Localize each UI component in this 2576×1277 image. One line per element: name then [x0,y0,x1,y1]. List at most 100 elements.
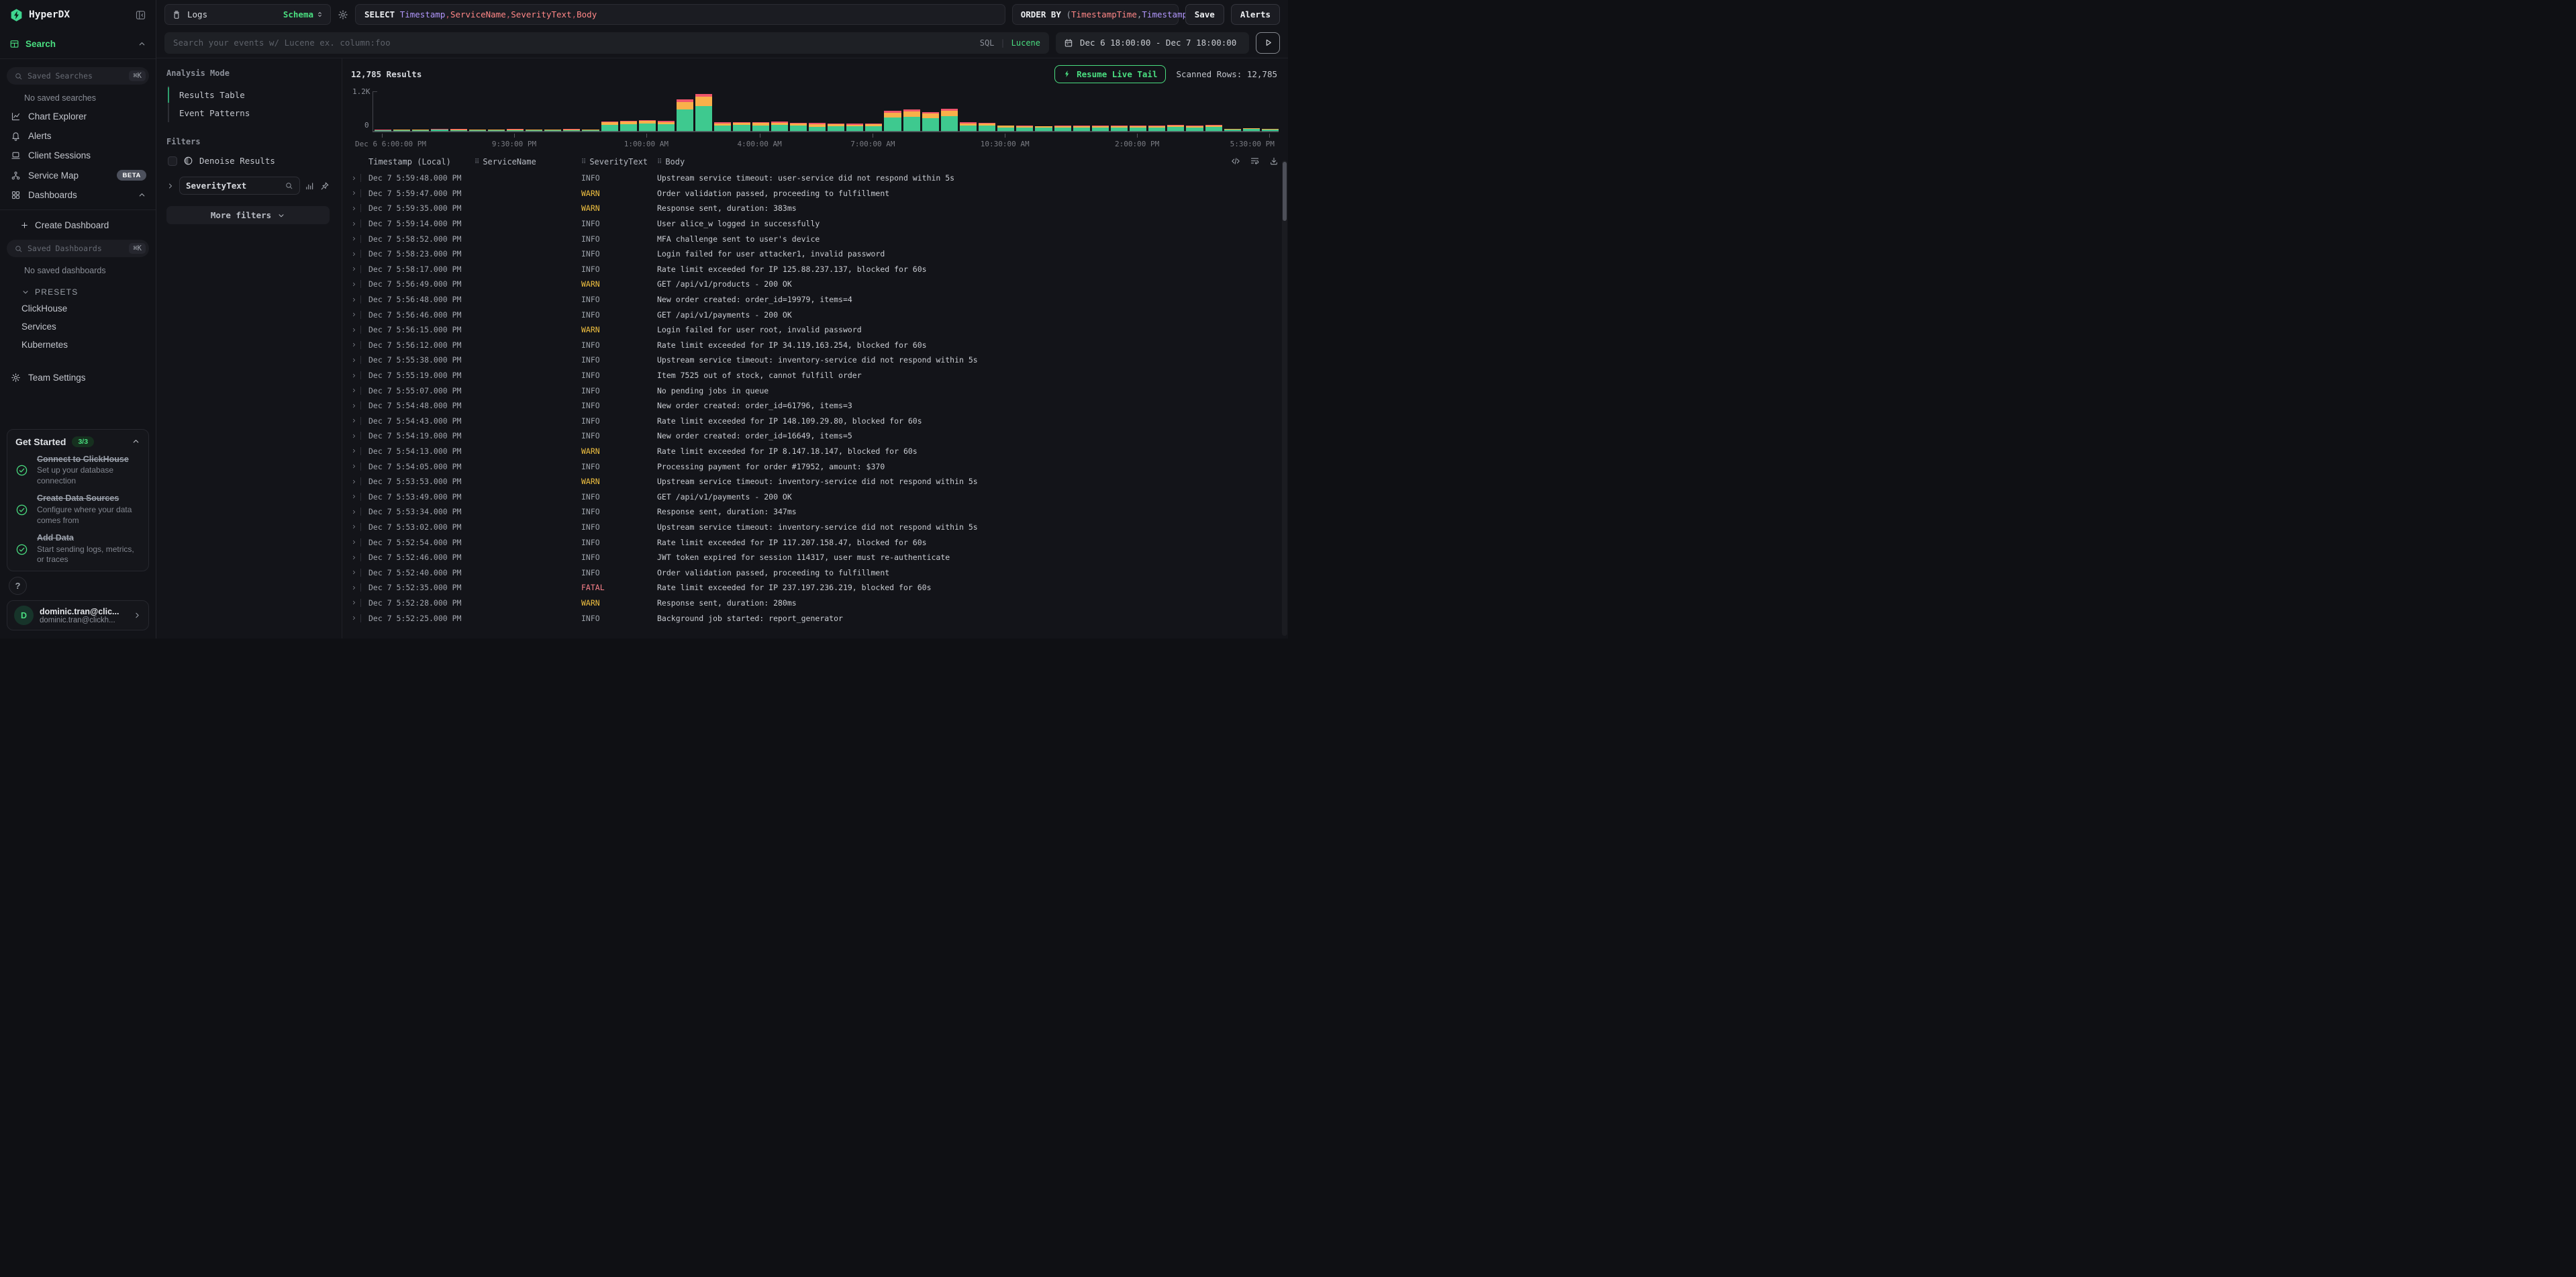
mode-lucene[interactable]: Lucene [1011,38,1040,48]
log-row[interactable]: Dec 7 5:56:49.000 PM WARN GET /api/v1/pr… [351,277,1288,292]
histogram-bar[interactable] [941,109,958,132]
sidebar-item-dashboards[interactable]: Dashboards [7,185,149,205]
sidebar-item-team-settings[interactable]: Team Settings [7,367,149,388]
histogram-bar[interactable] [771,122,788,132]
more-filters-button[interactable]: More filters [166,206,330,224]
log-row[interactable]: Dec 7 5:54:48.000 PM INFO New order crea… [351,398,1288,414]
row-expander[interactable] [351,250,368,258]
chevron-up-icon[interactable] [132,437,140,446]
log-row[interactable]: Dec 7 5:56:48.000 PM INFO New order crea… [351,292,1288,308]
row-expander[interactable] [351,295,368,303]
sidebar-item-service-map[interactable]: Service Map BETA [7,165,149,185]
chevron-right-icon[interactable] [166,182,175,190]
row-expander[interactable] [351,417,368,425]
row-expander[interactable] [351,401,368,410]
log-row[interactable]: Dec 7 5:56:12.000 PM INFO Rate limit exc… [351,338,1288,353]
severity-facet-search[interactable]: SeverityText [179,177,300,195]
row-expander[interactable] [351,341,368,349]
log-row[interactable]: Dec 7 5:58:52.000 PM INFO MFA challenge … [351,231,1288,246]
facet-chart-button[interactable] [305,181,314,191]
histogram-bar[interactable] [714,122,731,132]
alerts-button[interactable]: Alerts [1231,4,1280,25]
log-row[interactable]: Dec 7 5:55:38.000 PM INFO Upstream servi… [351,352,1288,368]
row-expander[interactable] [351,356,368,364]
row-expander[interactable] [351,204,368,212]
row-expander[interactable] [351,174,368,182]
histogram-bar[interactable] [960,122,977,132]
row-expander[interactable] [351,553,368,561]
column-body[interactable]: ⠿Body [657,157,1248,167]
table-scrollbar[interactable] [1282,160,1287,636]
mode-sql[interactable]: SQL [980,38,995,48]
order-by-input[interactable]: ORDER BY (TimestampTime, Timestamp) DESC [1012,4,1179,25]
log-row[interactable]: Dec 7 5:52:54.000 PM INFO Rate limit exc… [351,534,1288,550]
row-expander[interactable] [351,326,368,334]
row-expander[interactable] [351,493,368,501]
row-expander[interactable] [351,538,368,547]
histogram-bar[interactable] [601,122,618,132]
log-row[interactable]: Dec 7 5:52:28.000 PM WARN Response sent,… [351,596,1288,611]
get-started-step[interactable]: Add Data Start sending logs, metrics, or… [15,533,140,565]
sidebar-item-alerts[interactable]: Alerts [7,126,149,146]
log-row[interactable]: Dec 7 5:58:23.000 PM INFO Login failed f… [351,246,1288,262]
log-row[interactable]: Dec 7 5:59:35.000 PM WARN Response sent,… [351,201,1288,216]
saved-dashboards-field[interactable] [28,244,124,253]
row-expander[interactable] [351,235,368,243]
row-expander[interactable] [351,523,368,531]
row-expander[interactable] [351,432,368,440]
log-row[interactable]: Dec 7 5:53:53.000 PM WARN Upstream servi… [351,474,1288,489]
log-row[interactable]: Dec 7 5:59:14.000 PM INFO User alice_w l… [351,216,1288,232]
get-started-step[interactable]: Create Data Sources Configure where your… [15,493,140,526]
source-select[interactable]: Logs Schema [164,4,331,25]
user-menu[interactable]: D dominic.tran@clic... dominic.tran@clic… [7,600,149,630]
event-search-input[interactable]: SQL | Lucene [164,32,1049,54]
histogram-bar[interactable] [620,121,637,132]
preset-clickhouse[interactable]: ClickHouse [7,299,149,318]
row-expander[interactable] [351,508,368,516]
log-row[interactable]: Dec 7 5:58:17.000 PM INFO Rate limit exc… [351,262,1288,277]
histogram-bar[interactable] [922,112,939,132]
drag-handle-icon[interactable]: ⠿ [581,158,586,166]
histogram-bar[interactable] [639,120,656,132]
log-row[interactable]: Dec 7 5:55:07.000 PM INFO No pending job… [351,383,1288,398]
saved-searches-input[interactable]: ⌘K [7,67,149,85]
row-expander[interactable] [351,220,368,228]
sidebar-item-chart-explorer[interactable]: Chart Explorer [7,107,149,126]
histogram-bar[interactable] [695,94,712,132]
histogram-bar[interactable] [884,111,901,132]
denoise-results-toggle[interactable]: Denoise Results [168,156,330,166]
facet-pin-button[interactable] [320,181,330,191]
help-button[interactable]: ? [9,577,27,595]
scrollbar-thumb[interactable] [1283,162,1287,221]
log-row[interactable]: Dec 7 5:53:02.000 PM INFO Upstream servi… [351,520,1288,535]
row-expander[interactable] [351,583,368,592]
row-expander[interactable] [351,477,368,485]
log-row[interactable]: Dec 7 5:52:25.000 PM INFO Background job… [351,610,1288,626]
schema-toggle[interactable]: Schema [283,9,324,19]
chevron-up-icon[interactable] [138,191,146,199]
log-row[interactable]: Dec 7 5:55:19.000 PM INFO Item 7525 out … [351,368,1288,383]
resume-live-tail-button[interactable]: Resume Live Tail [1054,65,1166,83]
log-row[interactable]: Dec 7 5:54:05.000 PM INFO Processing pay… [351,459,1288,474]
log-row[interactable]: Dec 7 5:53:34.000 PM INFO Response sent,… [351,504,1288,520]
row-expander[interactable] [351,371,368,379]
chevron-up-icon[interactable] [138,40,146,48]
view-code-button[interactable] [1231,156,1240,166]
column-severitytext[interactable]: ⠿SeverityText [581,157,657,167]
save-button[interactable]: Save [1185,4,1224,25]
row-expander[interactable] [351,189,368,197]
histogram-bar[interactable] [677,99,693,132]
preset-kubernetes[interactable]: Kubernetes [7,336,149,354]
presets-toggle[interactable]: PRESETS [7,279,149,299]
row-expander[interactable] [351,265,368,273]
log-row[interactable]: Dec 7 5:52:40.000 PM INFO Order validati… [351,565,1288,580]
row-expander[interactable] [351,280,368,288]
preset-services[interactable]: Services [7,318,149,336]
column-servicename[interactable]: ⠿ServiceName [475,157,581,167]
histogram-bar[interactable] [658,121,675,132]
saved-dashboards-input[interactable]: ⌘K [7,240,149,257]
sidebar-item-client-sessions[interactable]: Client Sessions [7,146,149,165]
denoise-checkbox[interactable] [168,156,177,166]
log-row[interactable]: Dec 7 5:54:13.000 PM WARN Rate limit exc… [351,444,1288,459]
select-clause-input[interactable]: SELECT Timestamp,ServiceName,SeverityTex… [355,4,1005,25]
